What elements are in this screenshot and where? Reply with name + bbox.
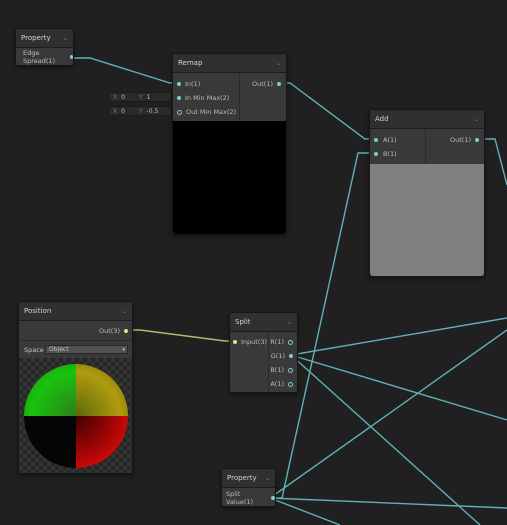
input-port-in-min-max[interactable] bbox=[177, 96, 181, 100]
wire-split-g-out-1 bbox=[290, 317, 507, 356]
x-label: X bbox=[113, 107, 118, 115]
output-port-out[interactable] bbox=[277, 82, 281, 86]
input-port-in[interactable] bbox=[177, 82, 181, 86]
port-label-g: G(1) bbox=[270, 352, 285, 360]
input-port-a[interactable] bbox=[374, 138, 378, 142]
node-header[interactable]: Add ⌄ bbox=[370, 110, 484, 129]
preview-position bbox=[19, 358, 132, 473]
port-label-b: B(1) bbox=[270, 366, 284, 374]
port-label-out: Out(3) bbox=[99, 327, 120, 335]
space-label: Space bbox=[24, 345, 44, 354]
in-min-max-field[interactable]: X 0 Y 1 bbox=[108, 92, 172, 102]
dropdown-arrow-icon: ▾ bbox=[122, 346, 125, 353]
node-header[interactable]: Property ⌄ bbox=[222, 469, 275, 488]
property-node-split-value[interactable]: Property ⌄ Split Value(1) bbox=[221, 468, 276, 507]
port-label-out-min-max: Out Min Max(2) bbox=[186, 108, 237, 116]
chevron-down-icon[interactable]: ⌄ bbox=[63, 35, 68, 42]
node-title: Position bbox=[24, 307, 52, 315]
x-value[interactable]: 0 bbox=[121, 94, 125, 101]
port-label-in-min-max: In Min Max(2) bbox=[185, 94, 230, 102]
x-label: X bbox=[113, 93, 118, 101]
add-node[interactable]: Add ⌄ A(1) B(1) Out(1) bbox=[369, 109, 485, 277]
output-port-out[interactable] bbox=[475, 138, 479, 142]
position-node[interactable]: Position ⌄ Out(3) Space Object ▾ bbox=[18, 301, 133, 474]
chevron-down-icon[interactable]: ⌄ bbox=[276, 60, 281, 67]
node-title: Property bbox=[227, 474, 257, 482]
output-port-a[interactable] bbox=[288, 381, 293, 387]
wire-split-value-out-3 bbox=[269, 497, 341, 525]
input-port-input[interactable] bbox=[233, 340, 237, 344]
port-label-b: B(1) bbox=[383, 150, 397, 158]
port-label-split-value: Split Value(1) bbox=[226, 490, 254, 506]
y-value[interactable]: -0.5 bbox=[147, 108, 159, 115]
preview-gray bbox=[370, 164, 484, 276]
wire-split-value-out-2 bbox=[269, 497, 507, 509]
node-title: Remap bbox=[178, 59, 203, 67]
input-port-out-min-max[interactable] bbox=[177, 109, 182, 115]
position-sphere bbox=[24, 364, 128, 468]
output-port-g[interactable] bbox=[289, 354, 293, 358]
node-title: Split bbox=[235, 318, 251, 326]
preview-black bbox=[173, 121, 286, 234]
port-label-a: A(1) bbox=[383, 136, 397, 144]
chevron-down-icon[interactable]: ⌄ bbox=[122, 308, 127, 315]
input-port-b[interactable] bbox=[374, 152, 378, 156]
output-port-out[interactable] bbox=[124, 329, 128, 333]
space-value: Object bbox=[49, 346, 69, 353]
wire-split-g-out-3 bbox=[290, 354, 481, 525]
node-header[interactable]: Position ⌄ bbox=[19, 302, 132, 321]
wire-edge-spread-to-remap bbox=[68, 57, 179, 84]
port-label-out: Out(1) bbox=[450, 136, 471, 144]
node-header[interactable]: Property ⌄ bbox=[16, 29, 73, 48]
wire-remap-to-add-a bbox=[281, 82, 375, 140]
port-label-r: R(1) bbox=[270, 338, 284, 346]
x-value[interactable]: 0 bbox=[121, 108, 125, 115]
chevron-down-icon[interactable]: ⌄ bbox=[474, 116, 479, 123]
output-port-split-value[interactable] bbox=[271, 496, 275, 500]
space-dropdown[interactable]: Object ▾ bbox=[45, 345, 128, 354]
node-header[interactable]: Remap ⌄ bbox=[173, 54, 286, 73]
node-title: Property bbox=[21, 34, 51, 42]
out-min-max-field[interactable]: X 0 Y -0.5 bbox=[108, 106, 172, 116]
output-port-edge-spread[interactable] bbox=[69, 55, 73, 59]
property-node-edge-spread[interactable]: Property ⌄ Edge Spread(1) bbox=[15, 28, 74, 66]
output-port-r[interactable] bbox=[288, 339, 293, 345]
wire-split-g-out-2 bbox=[290, 354, 507, 421]
y-label: Y bbox=[138, 107, 143, 115]
y-value[interactable]: 1 bbox=[147, 94, 151, 101]
split-node[interactable]: Split ⌄ Input(3) R(1) G(1) B(1) A(1) bbox=[229, 312, 298, 393]
port-label-a: A(1) bbox=[270, 380, 284, 388]
node-header[interactable]: Split ⌄ bbox=[230, 313, 297, 332]
port-label-input: Input(3) bbox=[241, 338, 268, 346]
port-label-edge-spread: Edge Spread(1) bbox=[23, 49, 56, 65]
output-port-b[interactable] bbox=[288, 367, 293, 373]
wire-position-to-split bbox=[127, 329, 235, 342]
port-label-out: Out(1) bbox=[252, 80, 273, 88]
remap-node[interactable]: Remap ⌄ In(1) In Min Max(2) Out Min Max(… bbox=[172, 53, 287, 235]
port-label-in: In(1) bbox=[185, 80, 201, 88]
wire-split-value-out-1 bbox=[269, 329, 507, 499]
chevron-down-icon[interactable]: ⌄ bbox=[287, 319, 292, 326]
node-title: Add bbox=[375, 115, 389, 123]
y-label: Y bbox=[138, 93, 143, 101]
chevron-down-icon[interactable]: ⌄ bbox=[265, 475, 270, 482]
